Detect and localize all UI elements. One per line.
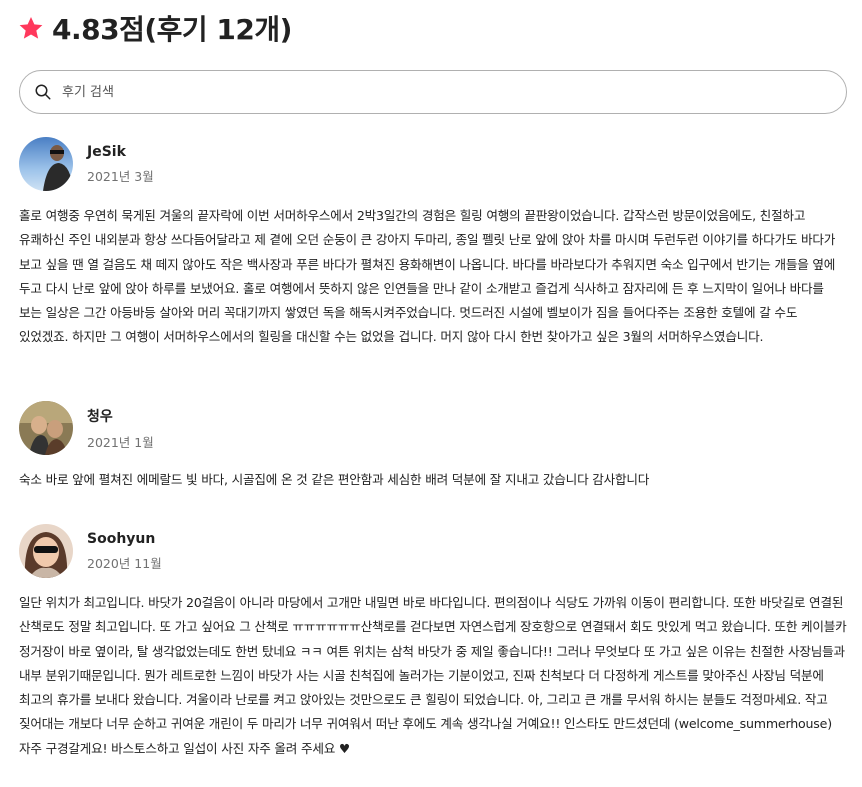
review-item: 청우 2021년 1월 숙소 바로 앞에 펼쳐진 에메랄드 빛 바다, 시골집에… [19,401,849,492]
review-item: JeSik 2021년 3월 홀로 여행중 우연히 묵게된 겨울의 끝자락에 이… [19,137,849,350]
search-icon [35,84,51,100]
review-header: 청우 2021년 1월 [19,401,849,455]
avatar[interactable] [19,524,73,578]
avatar[interactable] [19,401,73,455]
review-header: Soohyun 2020년 11월 [19,524,849,578]
review-author: JeSik [87,143,126,160]
review-text: 일단 위치가 최고입니다. 바닷가 20걸음이 아니라 마당에서 고개만 내밀면… [19,595,847,756]
review-search-input[interactable] [60,83,804,101]
review-text: 홀로 여행중 우연히 묵게된 겨울의 끝자락에 이번 서머하우스에서 2박3일간… [19,208,836,345]
review-item: Soohyun 2020년 11월 일단 위치가 최고입니다. 바닷가 20걸음… [19,524,849,761]
rating-title: 4.83점(후기 12개) [52,13,292,46]
rating-header: 4.83점(후기 12개) [18,10,292,46]
star-icon [19,16,43,39]
review-text: 숙소 바로 앞에 펼쳐진 에메랄드 빛 바다, 시골집에 온 것 같은 편안함과… [19,472,650,487]
review-header: JeSik 2021년 3월 [19,137,849,191]
review-author: Soohyun [87,530,156,547]
review-date: 2021년 3월 [87,168,154,184]
avatar[interactable] [19,137,73,191]
review-search-bar[interactable] [19,70,847,114]
review-date: 2021년 1월 [87,434,154,450]
review-date: 2020년 11월 [87,555,162,571]
review-author: 청우 [87,408,113,425]
